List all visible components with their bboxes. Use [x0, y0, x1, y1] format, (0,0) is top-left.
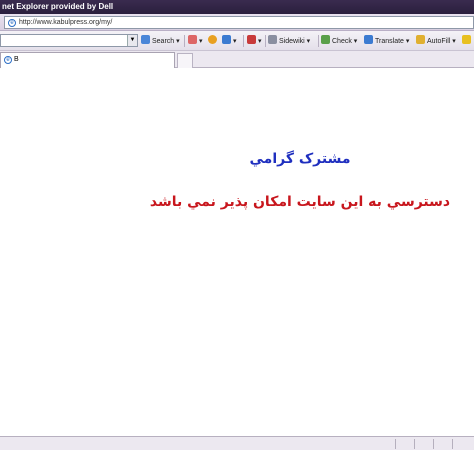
new-tab-button[interactable] [177, 53, 193, 68]
toolbar-separator [243, 35, 244, 47]
address-url[interactable]: http://www.kabulpress.org/my/ [19, 17, 112, 28]
autofill-icon [416, 35, 425, 44]
search-icon [141, 35, 150, 44]
window-title: net Explorer provided by Dell [2, 2, 114, 11]
translate-button[interactable]: Translate ▾ [364, 35, 409, 47]
ie-page-icon: e [8, 19, 16, 27]
tab-title: B [14, 56, 19, 63]
status-divider [452, 439, 453, 449]
bookmark-icon [208, 35, 217, 44]
toolbar-search-input[interactable]: ▼ [0, 34, 138, 47]
search-button[interactable]: Search ▾ [141, 35, 180, 47]
translate-icon [364, 35, 373, 44]
popup-blocker-button[interactable]: ▾ [222, 35, 237, 47]
toolbar-separator [318, 35, 319, 47]
address-bar-row: e http://www.kabulpress.org/my/ [0, 14, 474, 31]
check-button[interactable]: Check ▾ [321, 35, 357, 47]
window-titlebar: net Explorer provided by Dell [0, 0, 474, 14]
spellcheck-icon [321, 35, 330, 44]
address-field[interactable]: e http://www.kabulpress.org/my/ [4, 16, 474, 29]
tab-current[interactable]: e B [0, 52, 175, 68]
status-divider [414, 439, 415, 449]
bookmark-button[interactable] [208, 35, 219, 47]
puzzle-icon [222, 35, 231, 44]
pencil-icon [462, 35, 471, 44]
google-toolbar: ▼ Search ▾ ▾ ▾ ▾ Sidewiki ▾ Check ▾ Tran… [0, 31, 474, 51]
share-icon [188, 35, 197, 44]
toolbar-separator [265, 35, 266, 47]
ie-page-icon: e [4, 56, 12, 64]
toolbar-separator [184, 35, 185, 47]
share-button[interactable]: ▾ [188, 35, 203, 47]
pencil-button[interactable] [462, 35, 473, 47]
page-title: مشترک گرامي [249, 151, 351, 167]
tab-strip: e B [0, 51, 474, 68]
pagerank-button[interactable]: ▾ [247, 35, 262, 47]
sidewiki-icon [268, 35, 277, 44]
page-content: مشترک گرامي دسترسي به اين سايت امکان پذي… [0, 69, 474, 436]
status-bar [0, 436, 474, 450]
autofill-button[interactable]: AutoFill ▾ [416, 35, 456, 47]
chevron-down-icon[interactable]: ▼ [127, 35, 137, 46]
status-divider [395, 439, 396, 449]
status-divider [433, 439, 434, 449]
blocked-message: دسترسي به اين سايت امکان پذير نمي باشد [149, 194, 451, 210]
sidewiki-button[interactable]: Sidewiki ▾ [268, 35, 310, 47]
pagerank-icon [247, 35, 256, 44]
